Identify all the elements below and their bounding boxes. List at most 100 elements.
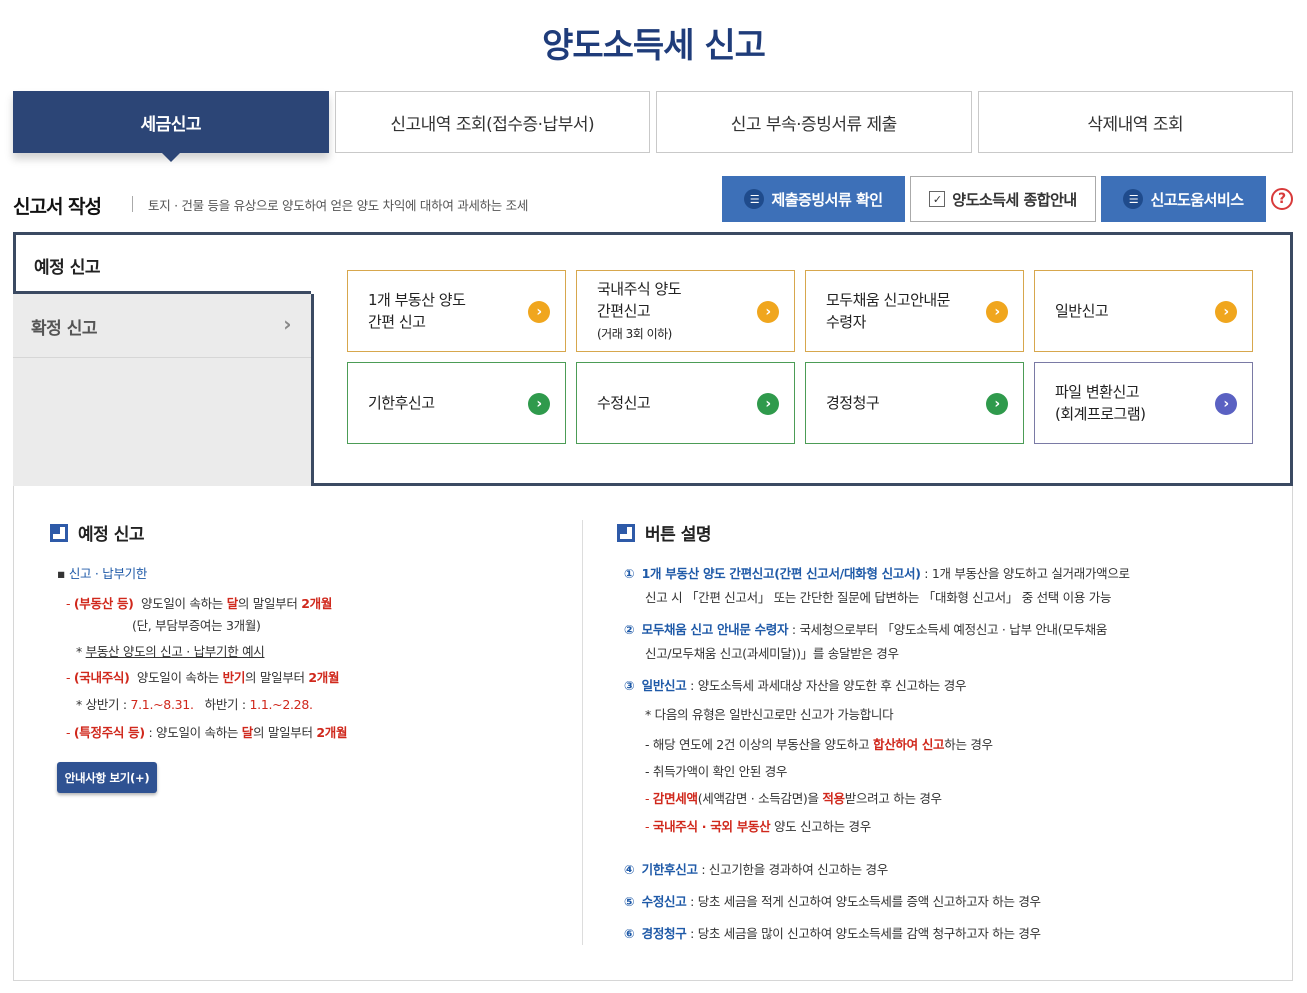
desc-title: 일반신고 [641, 678, 687, 693]
special-tag: (특정주식 등) [73, 725, 145, 740]
preliminary-info-heading: 예정 신고 [50, 520, 144, 545]
tab-tax-report[interactable]: 세금신고 [13, 91, 329, 162]
text: : 신고기한을 경과하여 신고하는 경우 [697, 862, 888, 877]
late-report-button[interactable]: 기한후신고 › [347, 362, 566, 444]
button-label-line2: (회계프로그램) [1055, 405, 1146, 423]
amended-report-button[interactable]: 수정신고 › [576, 362, 795, 444]
desc-title: 수정신고 [641, 894, 687, 909]
button-label-line1: 모두채움 신고안내문 [826, 291, 950, 309]
text: : 당초 세금을 많이 신고하여 양도소득세를 감액 청구하고자 하는 경우 [686, 926, 1041, 941]
simple-realestate-report-button[interactable]: 1개 부동산 양도간편 신고 › [347, 270, 566, 352]
report-sidebar: 예정 신고 확정 신고 › [13, 232, 313, 486]
text: 2개월 [308, 670, 340, 685]
tab-report-history[interactable]: 신고내역 조회(접수증·납부서) [334, 91, 650, 153]
text: 상반기 : [85, 697, 131, 712]
desc-item-1-cont: 신고 시 「간편 신고서」 또는 간단한 질문에 답변하는 「대화형 신고서」 … [645, 590, 1112, 605]
arrow-right-icon: › [528, 393, 550, 415]
button-label-line2: 수령자 [826, 313, 866, 331]
special-stock-deadline: - (특정주식 등) : 양도일이 속하는 달의 말일부터 2개월 [66, 725, 348, 740]
subheader-title: 신고서 작성 [13, 196, 102, 218]
desc-item-3-sub2: - 취득가액이 확인 안된 경우 [645, 764, 788, 779]
desc-item-4: ④ 기한후신고 : 신고기한을 경과하여 신고하는 경우 [624, 859, 888, 878]
text: 받으려고 하는 경우 [844, 791, 942, 806]
text: : 국세청으로부터 「양도소득세 예정신고 · 납부 안내(모두채움 [788, 622, 1108, 637]
text: 취득가액이 확인 안된 경우 [652, 764, 788, 779]
text: 감면세액 [652, 791, 698, 806]
button-label-line2: 간편 신고 [368, 313, 426, 331]
help-service-button[interactable]: ☰ 신고도움서비스 [1101, 176, 1266, 222]
divider [582, 520, 583, 945]
text: 1.1.~2.28. [249, 697, 313, 712]
button-label-line1: 기한후신고 [368, 394, 435, 412]
refund-claim-button[interactable]: 경정청구 › [805, 362, 1024, 444]
desc-title: 경정청구 [641, 926, 687, 941]
text: : 양도소득세 과세대상 자산을 양도한 후 신고하는 경우 [686, 678, 967, 693]
help-service-label: 신고도움서비스 [1150, 190, 1244, 209]
show-guide-button[interactable]: 안내사항 보기(+) [57, 762, 157, 793]
text: : 당초 세금을 적게 신고하여 양도소득세를 증액 신고하고자 하는 경우 [686, 894, 1041, 909]
desc-item-5: ⑤ 수정신고 : 당초 세금을 적게 신고하여 양도소득세를 증액 신고하고자 … [624, 891, 1041, 910]
main-tabs: 세금신고 신고내역 조회(접수증·납부서) 신고 부속·증빙서류 제출 삭제내역… [13, 91, 1293, 162]
file-conversion-report-button[interactable]: 파일 변환신고 (회계프로그램) › [1034, 362, 1253, 444]
num: ③ [624, 678, 635, 693]
tab-deleted-history[interactable]: 삭제내역 조회 [977, 91, 1293, 153]
text: 적용 [822, 791, 845, 806]
num: ④ [624, 862, 635, 877]
example-link[interactable]: 부동산 양도의 신고 · 납부기한 예시 [86, 644, 265, 659]
desc-item-3-note: * 다음의 유형은 일반신고로만 신고가 가능합니다 [645, 707, 894, 722]
text: 2개월 [301, 596, 333, 611]
arrow-right-icon: › [528, 301, 550, 323]
desc-title: 1개 부동산 양도 간편신고(간편 신고서/대화형 신고서) [641, 566, 921, 581]
text: : 1개 부동산을 양도하고 실거래가액으로 [920, 566, 1130, 581]
desc-item-2-cont: 신고/모두채움 신고(과세미달))」를 송달받은 경우 [645, 646, 899, 661]
text: (세액감면 · 소득감면)을 [697, 791, 823, 806]
button-label-line1: 1개 부동산 양도 [368, 291, 466, 309]
prefilled-notice-button[interactable]: 모두채움 신고안내문 수령자 › [805, 270, 1024, 352]
desc-item-3-sub1: - 해당 연도에 2건 이상의 부동산을 양도하고 합산하여 신고하는 경우 [645, 737, 993, 752]
text: 하반기 : [204, 697, 250, 712]
button-label-line1: 일반신고 [1055, 302, 1109, 320]
button-description-heading: 버튼 설명 [617, 520, 711, 545]
simple-stock-report-button[interactable]: 국내주식 양도 간편신고 (거래 3회 이하) › [576, 270, 795, 352]
desc-title: 기한후신고 [641, 862, 698, 877]
page-title: 양도소득세 신고 [542, 26, 766, 66]
desc-item-1: ① 1개 부동산 양도 간편신고(간편 신고서/대화형 신고서) : 1개 부동… [624, 563, 1130, 582]
desc-item-2: ② 모두채움 신고 안내문 수령자 : 국세청으로부터 「양도소득세 예정신고 … [624, 619, 1107, 638]
guide-overview-label: 양도소득세 종합안내 [952, 190, 1077, 209]
book-icon: ☰ [1123, 189, 1144, 209]
arrow-right-icon: › [1215, 301, 1237, 323]
report-panel: 예정 신고 확정 신고 › 1개 부동산 양도 간편 신고 › 국내주식 양도 간편… [13, 232, 1293, 486]
sidebar-item-final[interactable]: 확정 신고 › [13, 294, 313, 358]
half-year-line: * 상반기 : 7.1.~8.31. 하반기 : 1.1.~2.28. [76, 697, 313, 712]
general-report-button[interactable]: 일반신고 › [1034, 270, 1253, 352]
text: 국내주식 · 국외 부동산 [652, 819, 771, 834]
text: 달 [241, 725, 254, 740]
text: 의 말일부터 [245, 670, 309, 685]
evidence-docs-button[interactable]: ☰ 제출증빙서류 확인 [722, 176, 905, 222]
text: 7.1.~8.31. [130, 697, 194, 712]
num: ⑤ [624, 894, 635, 909]
heading-text: 예정 신고 [78, 525, 144, 545]
button-label-line2: 간편신고 [597, 301, 651, 320]
help-icon[interactable]: ? [1271, 188, 1293, 210]
desc-item-3-sub3: - 감면세액(세액감면 · 소득감면)을 적용받으려고 하는 경우 [645, 791, 942, 806]
realestate-tag: (부동산 등) [73, 596, 134, 611]
realestate-deadline: - (부동산 등) 양도일이 속하는 달의 말일부터 2개월 [66, 596, 333, 611]
tab-document-submission[interactable]: 신고 부속·증빙서류 제출 [656, 91, 972, 153]
num: ⑥ [624, 926, 635, 941]
evidence-docs-label: 제출증빙서류 확인 [771, 190, 883, 209]
text: : 양도일이 속하는 [144, 725, 242, 740]
text: 해당 연도에 2건 이상의 부동산을 양도하고 [652, 737, 873, 752]
guide-overview-button[interactable]: ✓ 양도소득세 종합안내 [910, 176, 1096, 222]
num: ② [624, 622, 635, 637]
sidebar-item-preliminary[interactable]: 예정 신고 [13, 232, 313, 294]
desc-item-6: ⑥ 경정청구 : 당초 세금을 많이 신고하여 양도소득세를 감액 청구하고자 … [624, 923, 1041, 942]
sidebar-item-label: 확정 신고 [31, 319, 97, 339]
square-bullet-icon [50, 523, 68, 542]
book-icon: ☰ [744, 189, 765, 209]
button-label-line1: 수정신고 [597, 394, 651, 412]
button-label-note: (거래 3회 이하) [597, 326, 672, 341]
stock-deadline: - (국내주식) 양도일이 속하는 반기의 말일부터 2개월 [66, 670, 340, 685]
text: 양도일이 속하는 [136, 670, 223, 685]
stock-tag: (국내주식) [73, 670, 130, 685]
